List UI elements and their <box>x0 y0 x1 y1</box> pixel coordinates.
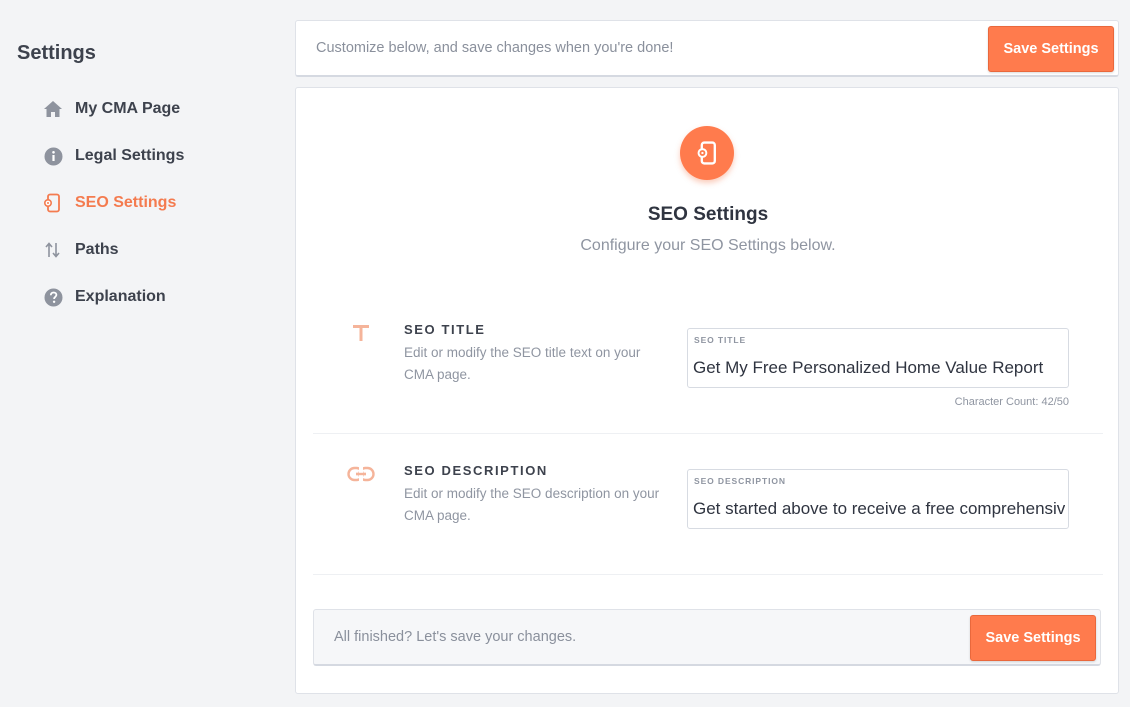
seo-device-icon <box>680 126 734 180</box>
seo-description-section: SEO DESCRIPTION Edit or modify the SEO d… <box>313 434 1103 575</box>
sidebar-item-my-cma-page[interactable]: My CMA Page <box>42 96 184 122</box>
settings-page: Settings My CMA Page Legal Settings SEO … <box>0 0 1130 707</box>
seo-title-input[interactable] <box>693 355 1065 381</box>
save-settings-button-top[interactable]: Save Settings <box>988 26 1114 72</box>
seo-title-field-label: SEO TITLE <box>694 335 747 345</box>
card-title: SEO Settings <box>647 204 769 225</box>
sidebar-item-label: Explanation <box>75 288 166 305</box>
link-icon <box>343 459 379 489</box>
bottom-save-bar: All finished? Let's save your changes. S… <box>313 609 1101 666</box>
text-t-icon <box>343 318 379 348</box>
seo-device-icon <box>42 192 64 214</box>
top-save-bar: Customize below, and save changes when y… <box>295 20 1119 77</box>
sidebar-item-label: SEO Settings <box>75 194 177 211</box>
sidebar-item-paths[interactable]: Paths <box>42 237 184 263</box>
sidebar-title: Settings <box>17 42 96 64</box>
sort-arrows-icon <box>42 239 64 261</box>
sidebar-nav: My CMA Page Legal Settings SEO Settings … <box>42 96 184 331</box>
info-icon <box>42 145 64 167</box>
card-subtitle: Configure your SEO Settings below. <box>580 237 836 254</box>
save-settings-button-bottom[interactable]: Save Settings <box>970 615 1096 661</box>
sidebar: Settings My CMA Page Legal Settings SEO … <box>0 0 280 707</box>
top-save-bar-text: Customize below, and save changes when y… <box>316 40 674 56</box>
seo-description-field-label: SEO DESCRIPTION <box>694 476 786 486</box>
seo-title-label: SEO TITLE <box>404 322 486 337</box>
sidebar-item-label: My CMA Page <box>75 100 181 117</box>
sidebar-item-explanation[interactable]: Explanation <box>42 284 184 310</box>
seo-description-input[interactable] <box>693 496 1065 522</box>
seo-description-description: Edit or modify the SEO description on yo… <box>404 486 660 523</box>
seo-title-description: Edit or modify the SEO title text on you… <box>404 345 641 382</box>
sidebar-item-label: Legal Settings <box>75 147 185 164</box>
bottom-save-bar-text: All finished? Let's save your changes. <box>334 629 577 645</box>
sidebar-item-label: Paths <box>75 241 119 258</box>
seo-description-field[interactable]: SEO DESCRIPTION <box>687 469 1069 529</box>
seo-title-char-count: Character Count: 42/50 <box>954 396 1069 408</box>
sidebar-item-seo-settings[interactable]: SEO Settings <box>42 190 184 216</box>
question-icon <box>42 286 64 308</box>
seo-description-label: SEO DESCRIPTION <box>404 463 548 478</box>
seo-title-section: SEO TITLE Edit or modify the SEO title t… <box>313 293 1103 434</box>
sidebar-item-legal-settings[interactable]: Legal Settings <box>42 143 184 169</box>
seo-settings-card: SEO Settings Configure your SEO Settings… <box>295 87 1119 694</box>
home-icon <box>42 98 64 120</box>
seo-title-field[interactable]: SEO TITLE <box>687 328 1069 388</box>
